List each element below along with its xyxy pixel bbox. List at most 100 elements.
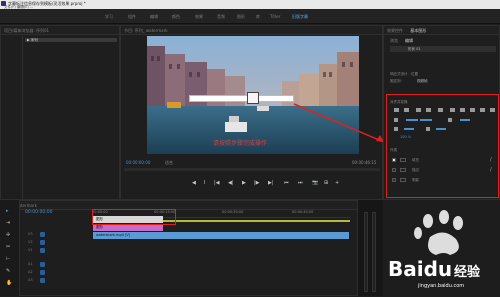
workspace-tab[interactable]: 组件 bbox=[128, 14, 136, 20]
workspace-bar: 学习 组件 编辑 颜色 效果 音频 图形 库 Titler 旧版字幕 bbox=[0, 9, 500, 24]
go-to-out-icon[interactable]: ▶| bbox=[268, 180, 274, 186]
audio-meter-left bbox=[364, 212, 368, 292]
align-icons-row bbox=[390, 107, 496, 113]
pin-dropdown[interactable]: 视频帧 bbox=[417, 79, 428, 84]
baidu-logo-text: Baidu bbox=[388, 257, 453, 281]
timeline-timecode[interactable]: 00:00:00:00 bbox=[25, 210, 52, 215]
program-monitor-title: 节目: 序列_ watermark bbox=[121, 26, 382, 35]
step-forward-icon[interactable]: |▶ bbox=[254, 180, 260, 186]
baidu-watermark: Baidu 经验 jingyan.baidu.com bbox=[388, 207, 500, 296]
project-panel: 项目/媒体浏览器: 序列01 ▶ 序列 bbox=[0, 25, 120, 200]
video-clip-v1[interactable]: watermark.mp4 [V] bbox=[93, 232, 349, 239]
program-scrubber[interactable] bbox=[124, 168, 380, 171]
timeline-title: 序列_ watermark bbox=[1, 201, 382, 210]
workspace-tab-active[interactable]: 旧版字幕 bbox=[292, 14, 308, 20]
eyedropper-icon[interactable]: / bbox=[490, 167, 492, 173]
mark-out-icon[interactable]: I bbox=[204, 180, 205, 186]
shadow-checkbox[interactable] bbox=[392, 178, 396, 182]
pen-icon[interactable]: ✎ bbox=[6, 268, 10, 274]
step-back-icon[interactable]: ◀| bbox=[228, 180, 234, 186]
workspace-tab[interactable]: 学习 bbox=[105, 14, 113, 20]
project-item[interactable]: ▶ 序列 bbox=[25, 38, 117, 42]
selection-tool-icon[interactable]: ▸ bbox=[6, 208, 9, 214]
shape-layer[interactable] bbox=[189, 95, 294, 102]
lift-icon[interactable]: ⏮ bbox=[284, 180, 289, 186]
appearance-section-title: 外观 bbox=[390, 148, 397, 152]
opacity-value[interactable]: 100 % bbox=[400, 135, 411, 139]
slip-icon[interactable]: ⊢ bbox=[6, 256, 10, 262]
stroke-label: 描边 bbox=[412, 168, 419, 172]
scale-row[interactable] bbox=[390, 126, 496, 132]
ruler-tick: 00:00:45:00 bbox=[292, 210, 314, 214]
fill-checkbox[interactable] bbox=[392, 158, 396, 162]
title-bar: 字幕标注信息保存到模板/灵活效果.prproj * 文件(F) 编辑(E) ..… bbox=[0, 0, 500, 9]
program-timecode[interactable]: 00:00:00:00 bbox=[126, 160, 150, 165]
stroke-checkbox[interactable] bbox=[392, 168, 396, 172]
graphic-clip-v2[interactable]: 图形 bbox=[93, 224, 163, 231]
project-panel-title: 项目/媒体浏览器: 序列01 bbox=[1, 26, 119, 35]
ruler-tick: 00:00:30:00 bbox=[222, 210, 244, 214]
fill-row: 填充 / bbox=[390, 157, 496, 164]
fit-dropdown[interactable]: 适合 bbox=[165, 160, 173, 166]
fill-color-swatch[interactable] bbox=[400, 158, 406, 162]
right-panel-tabs: 效果控件 基本图形 bbox=[384, 26, 499, 35]
track-target-toggle[interactable] bbox=[40, 262, 45, 267]
workspace-tab[interactable]: Titler bbox=[270, 14, 280, 19]
extract-icon[interactable]: ⏭ bbox=[298, 180, 303, 186]
subtab-edit[interactable]: 编辑 bbox=[405, 38, 413, 44]
ripple-edit-icon[interactable]: ✢ bbox=[6, 232, 10, 238]
shadow-label: 阴影 bbox=[412, 178, 419, 182]
stroke-color-swatch[interactable] bbox=[400, 168, 406, 172]
workspace-tab[interactable]: 图形 bbox=[237, 14, 245, 20]
layer-row[interactable]: 形状 01 bbox=[390, 46, 496, 52]
shadow-color-swatch[interactable] bbox=[400, 178, 406, 182]
responsive-label: 响应式设计 - 位置 bbox=[390, 72, 418, 76]
workspace-tab[interactable]: 颜色 bbox=[172, 14, 180, 20]
workspace-tab[interactable]: 音频 bbox=[217, 14, 225, 20]
overlay-text: 请按照步骤完成操作 bbox=[213, 140, 268, 147]
transport-controls: ◀ I |◀ ◀| ▶ |▶ ▶| ⏮ ⏭ 📷 ⊞ + bbox=[192, 180, 342, 188]
workspace-tab[interactable]: 效果 bbox=[195, 14, 203, 20]
track-target-toggle[interactable] bbox=[40, 278, 45, 283]
export-frame-icon[interactable]: 📷 bbox=[312, 180, 318, 186]
track-label: A1 bbox=[28, 262, 33, 266]
fill-label: 填充 bbox=[412, 158, 419, 162]
workspace-tab[interactable]: 库 bbox=[256, 14, 260, 20]
pin-label: 固定到: bbox=[390, 79, 402, 83]
compare-icon[interactable]: ⊞ bbox=[324, 180, 328, 186]
track-target-toggle[interactable] bbox=[40, 240, 45, 245]
annotation-arrow bbox=[293, 103, 385, 143]
shadow-row: 阴影 bbox=[390, 177, 496, 184]
audio-meter-right bbox=[372, 212, 376, 292]
align-section-title: 对齐并变换 bbox=[390, 100, 408, 104]
razor-icon[interactable]: ✂ bbox=[6, 244, 10, 250]
highlight-box-timeline bbox=[92, 209, 176, 225]
workspace-tab[interactable]: 编辑 bbox=[150, 14, 158, 20]
baidu-jingyan-text: 经验 bbox=[454, 265, 481, 280]
hand-icon[interactable]: ✋ bbox=[6, 280, 12, 286]
layer-label: 形状 01 bbox=[408, 47, 421, 51]
audio-meters bbox=[357, 200, 383, 296]
eyedropper-icon[interactable]: / bbox=[490, 157, 492, 163]
mark-in-icon[interactable]: ◀ bbox=[192, 180, 196, 186]
tab-effect-controls[interactable]: 效果控件 bbox=[387, 28, 403, 33]
play-icon[interactable]: ▶ bbox=[242, 180, 246, 186]
program-duration: 00:00:46:15 bbox=[352, 160, 377, 165]
track-target-toggle[interactable] bbox=[40, 248, 45, 253]
go-to-in-icon[interactable]: |◀ bbox=[214, 180, 220, 186]
subtab-browse[interactable]: 浏览 bbox=[390, 38, 398, 44]
track-label: A2 bbox=[28, 270, 33, 274]
stroke-row: 描边 / bbox=[390, 167, 496, 174]
button-editor-icon[interactable]: + bbox=[335, 180, 339, 186]
tools-panel: ▸ ⇥ ✢ ✂ ⊢ ✎ ✋ bbox=[0, 200, 20, 296]
track-select-icon[interactable]: ⇥ bbox=[6, 220, 10, 226]
track-target-toggle[interactable] bbox=[40, 232, 45, 237]
shape-anchor-handle[interactable] bbox=[247, 92, 259, 104]
track-label: V3 bbox=[28, 232, 33, 236]
track-label: V2 bbox=[28, 240, 33, 244]
track-target-toggle[interactable] bbox=[40, 270, 45, 275]
baidu-url: jingyan.baidu.com bbox=[418, 283, 465, 289]
position-row[interactable] bbox=[390, 117, 496, 123]
tab-essential-graphics[interactable]: 基本图形 bbox=[410, 28, 426, 33]
tool-column bbox=[1, 36, 23, 199]
